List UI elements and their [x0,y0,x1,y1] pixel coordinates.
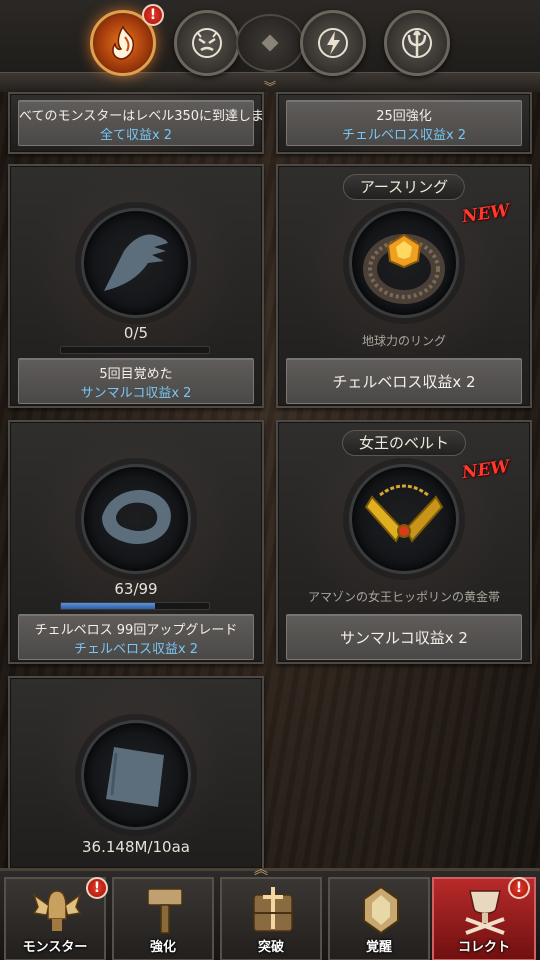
collection-card-queen-belt[interactable]: 女王のベルト NEW アマゾンの女王ヒッポリンの黄金帯 サンマルコ収益x 2 [276,420,532,664]
demon-face-emblem-icon [192,28,222,58]
tab-trident[interactable] [384,10,450,76]
item-description: アマゾンの女王ヒッポリンの黄金帯 [307,590,500,604]
item-description: 地球力のリング [361,334,446,348]
progress-bar [60,602,210,610]
item-orb [349,208,459,318]
reward-panel: 5回目覚めた サンマルコ収益x 2 [18,358,254,404]
nav-breakthrough[interactable]: 突破 [220,877,322,960]
nav-label: モンスター [22,940,88,955]
achievement-card-awaken[interactable]: 0/5 5回目覚めた サンマルコ収益x 2 [8,164,264,408]
achievement-card-income[interactable]: 36.148M/10aa [8,676,264,870]
new-tag: NEW [460,200,511,228]
item-title: アースリング [342,174,466,200]
chevron-up-icon: ︽ [254,862,268,878]
achievement-desc: べてのモンスターはレベル350に到達しま [19,109,264,124]
progress-fill [61,603,156,609]
new-tag: NEW [460,456,511,484]
reward-text: 全て収益x 2 [99,128,173,143]
achievement-card-enhance[interactable]: 25回強化 チェルベロス収益x 2 [276,92,532,154]
category-tab-bar: ! ︾ [0,0,540,94]
item-orb [81,720,191,830]
nav-label: 強化 [149,940,176,955]
tab-demon[interactable] [174,10,240,76]
nav-label: コレクト [457,940,510,955]
hammer-icon [147,888,183,934]
claw-silhouette-icon [104,234,168,291]
trident-emblem-icon [402,28,432,58]
item-title: 女王のベルト [341,430,467,456]
chevron-down-icon: ︾ [263,80,276,94]
achievement-desc: チェルベロス 99回アップグレード [34,623,238,638]
nav-label: 突破 [257,940,284,955]
book-silhouette-icon [106,747,164,807]
reward-panel: べてのモンスターはレベル350に到達しま 全て収益x 2 [18,100,264,146]
reward-panel: 25回強化 チェルベロス収益x 2 [286,100,522,146]
golden-belt-icon [364,484,444,543]
item-orb [81,464,191,574]
ring-icon [363,233,445,304]
crystal-icon [363,885,399,935]
reward-panel: チェルベロス 99回アップグレード チェルベロス収益x 2 [18,614,254,660]
reward-text: チェルベロス収益x 2 [341,128,467,143]
progress-bar [60,346,210,354]
sword-gate-icon [253,887,293,932]
fire-emblem-icon [112,25,135,60]
winged-helmet-icon [32,890,82,931]
tab-fire-badge: ! [142,4,164,26]
reward-text: サンマルコ収益x 2 [340,629,468,647]
reward-text: チェルベロス収益x 2 [73,642,199,657]
achievement-card-upgrade[interactable]: 63/99 チェルベロス 99回アップグレード チェルベロス収益x 2 [8,420,264,664]
bottom-nav: ︽ モンスター ! 強化 突破 覚醒 コレクト ! [0,862,540,960]
progress-text: 63/99 [114,580,158,598]
achievement-desc: 5回目覚めた [99,367,173,382]
nav-awaken[interactable]: 覚醒 [328,877,430,960]
item-orb [81,208,191,318]
tab-center-ornament [236,14,304,72]
trophy-collect-icon [465,890,505,935]
reward-text: サンマルコ収益x 2 [80,386,192,401]
progress-text: 36.148M/10aa [82,838,190,856]
nav-collect-badge: ! [508,877,530,899]
collection-card-earth-ring[interactable]: アースリング NEW 地球力のリング チェルベロス収益x 2 [276,164,532,408]
reward-panel: チェルベロス収益x 2 [286,358,522,404]
belt-silhouette-icon [102,490,171,545]
reward-panel: サンマルコ収益x 2 [286,614,522,660]
tab-lightning[interactable] [300,10,366,76]
achievement-desc: 25回強化 [376,109,432,124]
nav-monster-badge: ! [86,877,108,899]
lightning-emblem-icon [318,28,348,58]
nav-enhance[interactable]: 強化 [112,877,214,960]
nav-label: 覚醒 [365,940,392,955]
reward-text: チェルベロス収益x 2 [332,373,476,391]
progress-text: 0/5 [123,324,149,342]
achievement-card-all-level[interactable]: べてのモンスターはレベル350に到達しま 全て収益x 2 [8,92,264,154]
item-orb [349,464,459,574]
